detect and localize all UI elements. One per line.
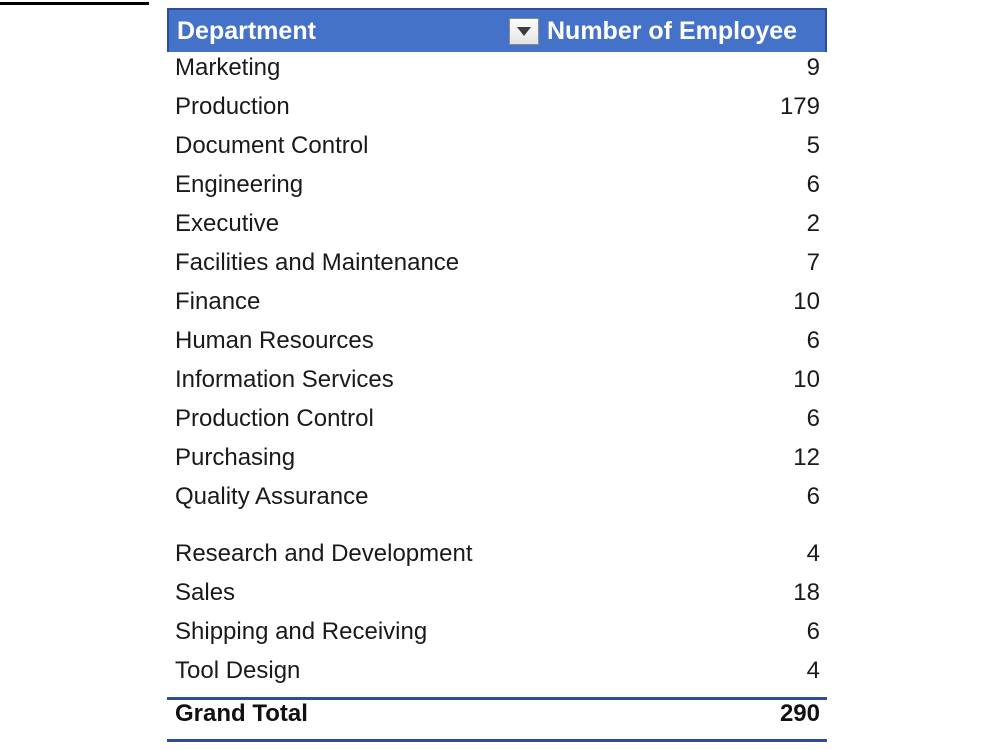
row-label: Engineering [175, 171, 304, 198]
table-row[interactable]: Facilities and Maintenance 7 [167, 249, 827, 288]
table-row[interactable]: Executive 2 [167, 210, 827, 249]
table-row[interactable]: Purchasing 12 [167, 444, 827, 483]
table-row[interactable]: Tool Design 4 [167, 657, 827, 696]
row-label: Production Control [175, 405, 374, 432]
table-row[interactable]: Production 179 [167, 93, 827, 132]
table-row[interactable]: Production Control 6 [167, 405, 827, 444]
row-value: 6 [806, 171, 820, 198]
table-row[interactable]: Finance 10 [167, 288, 827, 327]
table-row[interactable]: Information Services 10 [167, 366, 827, 405]
chevron-down-icon [517, 26, 531, 36]
row-label: Quality Assurance [175, 483, 369, 510]
row-label: Finance [175, 288, 261, 315]
table-row[interactable]: Marketing 9 [167, 54, 827, 93]
row-label: Purchasing [175, 444, 296, 471]
row-value: 10 [793, 288, 820, 315]
table-row[interactable]: Shipping and Receiving 6 [167, 618, 827, 657]
column-header-department[interactable]: Department [169, 17, 509, 46]
row-value: 6 [806, 483, 820, 510]
row-value: 179 [779, 93, 820, 120]
row-value: 2 [806, 210, 820, 237]
row-label: Sales [175, 579, 236, 606]
row-label: Document Control [175, 132, 369, 159]
row-label: Executive [175, 210, 280, 237]
pivot-table-body: Marketing 9 Production 179 Document Cont… [167, 52, 827, 696]
row-value: 6 [806, 327, 820, 354]
row-label: Research and Development [175, 540, 473, 567]
column-header-number-of-employee[interactable]: Number of Employee [539, 17, 797, 46]
table-row[interactable]: Document Control 5 [167, 132, 827, 171]
row-value: 4 [806, 657, 820, 684]
grand-total-value: 290 [779, 700, 820, 727]
row-value: 9 [806, 54, 820, 81]
table-row[interactable]: Quality Assurance 6 [167, 483, 827, 522]
row-value: 7 [806, 249, 820, 276]
row-value: 6 [806, 618, 820, 645]
pivot-table-header-row: Department Number of Employee [167, 8, 827, 52]
pivot-table: Department Number of Employee Marketing … [167, 8, 827, 742]
row-label: Facilities and Maintenance [175, 249, 460, 276]
department-filter-button[interactable] [509, 17, 539, 45]
row-value: 18 [793, 579, 820, 606]
row-value: 10 [793, 366, 820, 393]
table-row[interactable]: Sales 18 [167, 579, 827, 618]
row-value: 12 [793, 444, 820, 471]
row-value: 5 [806, 132, 820, 159]
grand-total-row[interactable]: Grand Total 290 [167, 697, 827, 742]
row-label: Information Services [175, 366, 394, 393]
table-row[interactable]: Engineering 6 [167, 171, 827, 210]
row-label: Tool Design [175, 657, 301, 684]
row-label: Human Resources [175, 327, 374, 354]
top-left-rule [0, 2, 149, 5]
grand-total-label: Grand Total [175, 700, 308, 727]
row-value: 6 [806, 405, 820, 432]
row-label: Production [175, 93, 290, 120]
row-label: Marketing [175, 54, 281, 81]
table-row[interactable]: Human Resources 6 [167, 327, 827, 366]
row-label: Shipping and Receiving [175, 618, 428, 645]
table-row-spacer [167, 522, 827, 540]
row-value: 4 [806, 540, 820, 567]
table-row[interactable]: Research and Development 4 [167, 540, 827, 579]
